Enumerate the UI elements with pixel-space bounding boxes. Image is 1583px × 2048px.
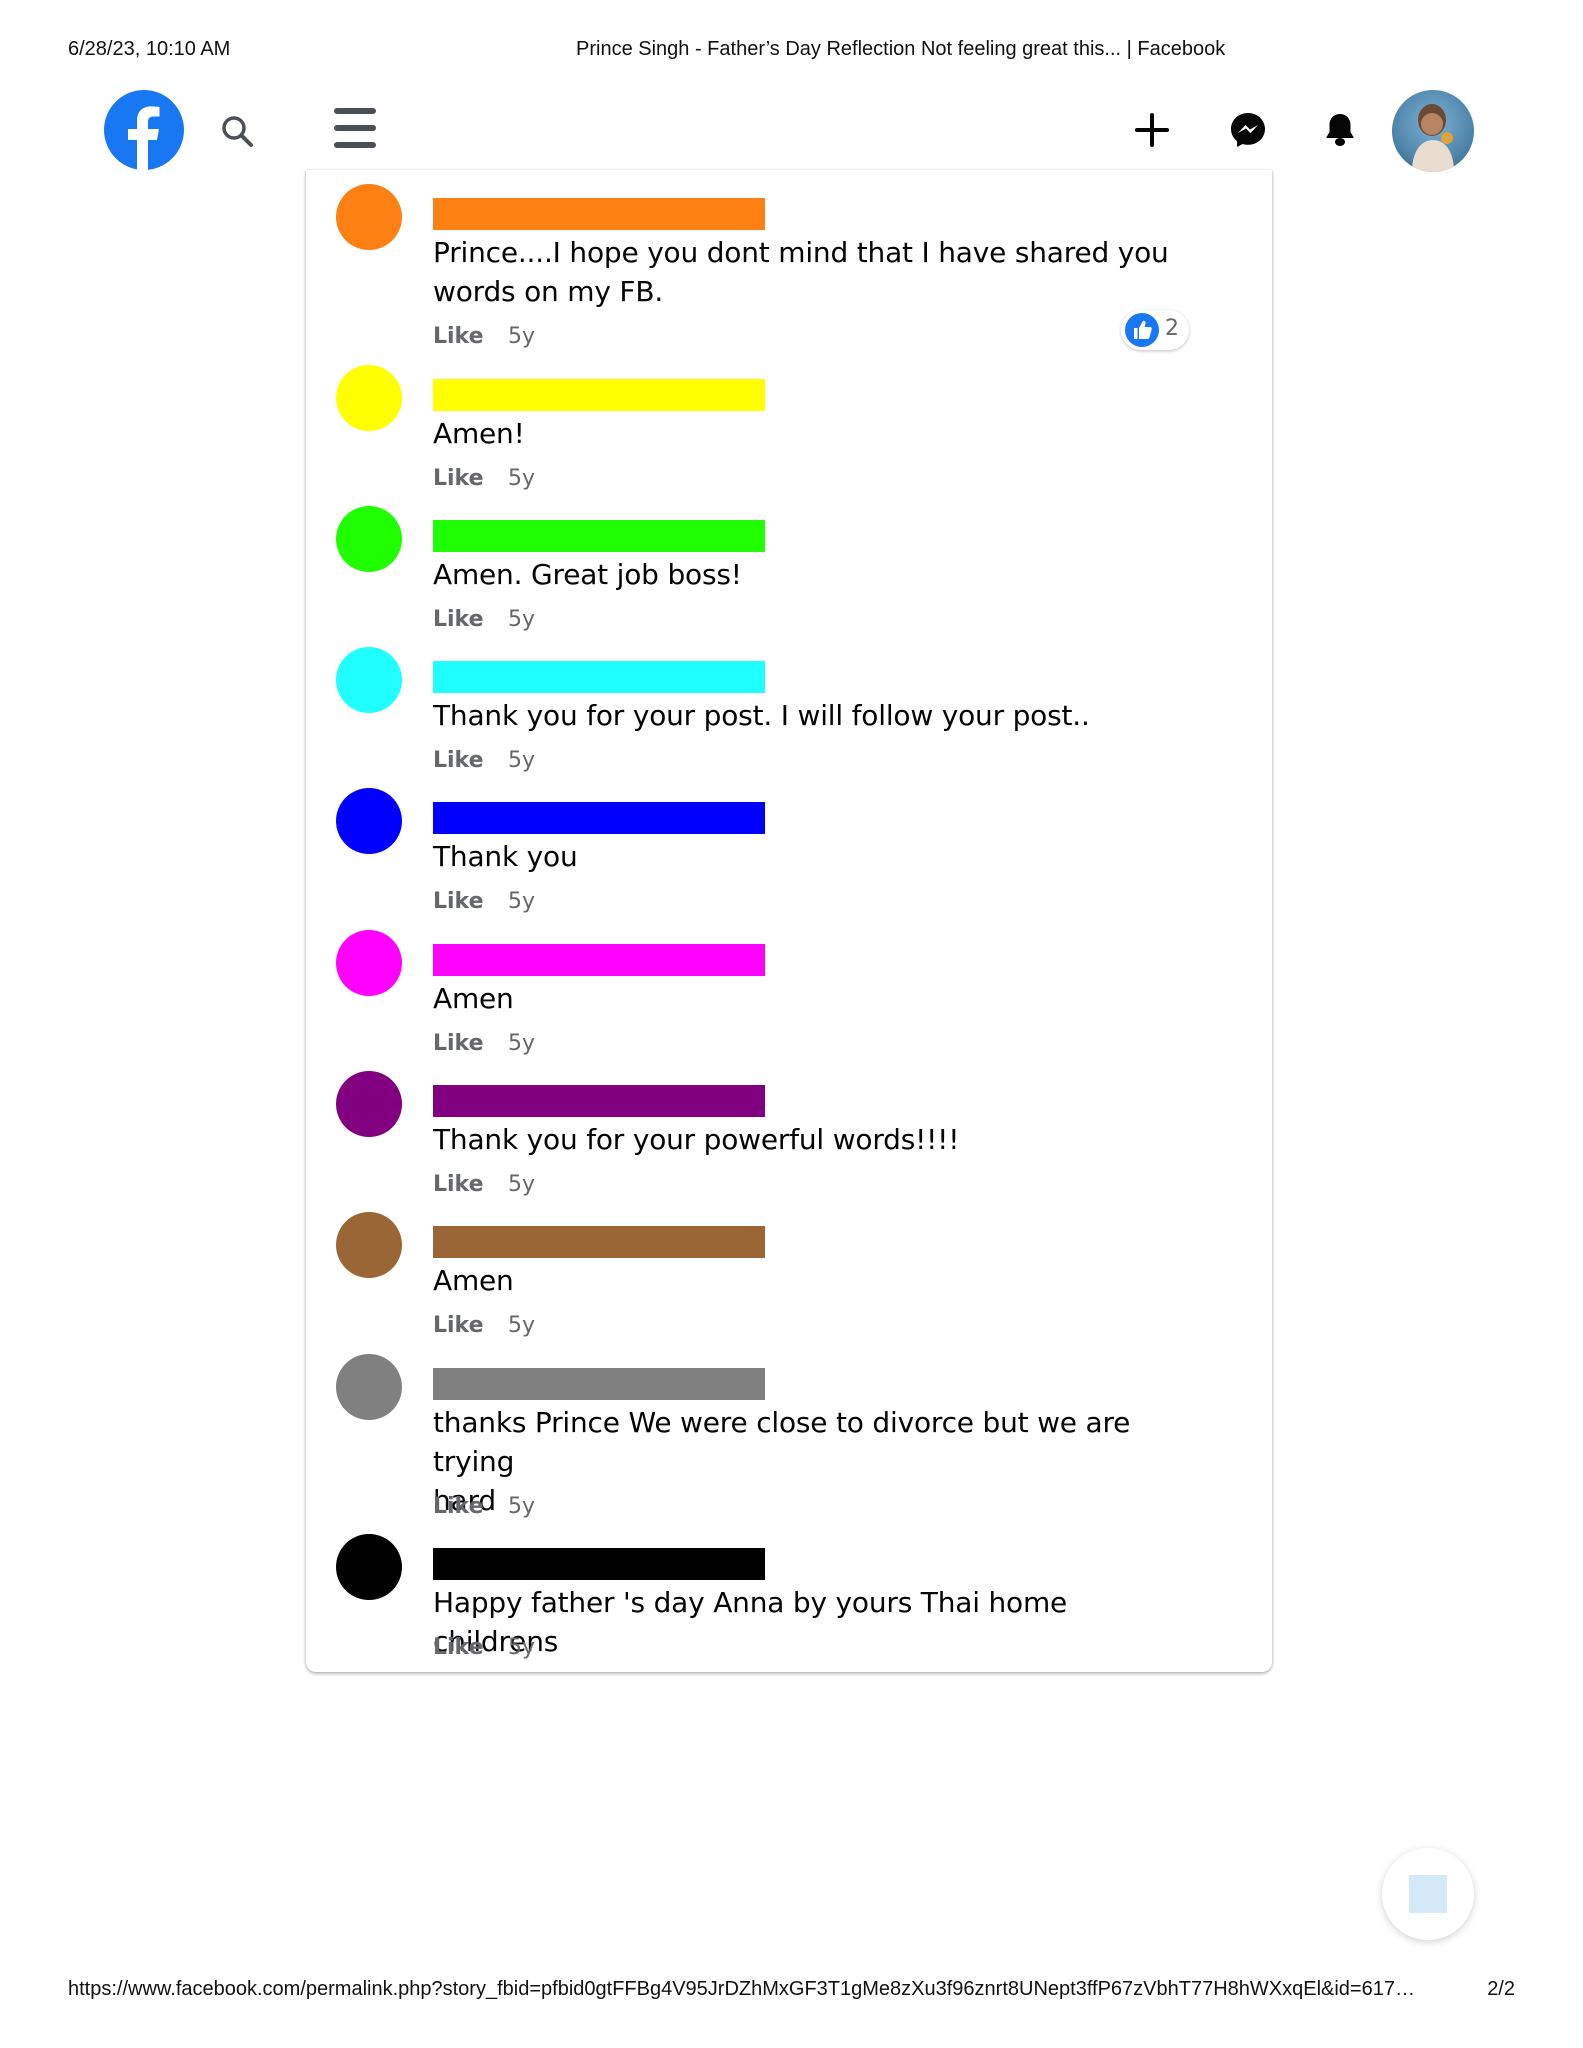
comment-timestamp[interactable]: 5y: [508, 324, 535, 349]
print-page-title: Prince Singh - Father’s Day Reflection N…: [576, 38, 1226, 60]
commenter-avatar[interactable]: [336, 1071, 402, 1137]
reaction-count: 2: [1165, 316, 1179, 341]
commenter-avatar[interactable]: [336, 788, 402, 854]
comment-text: Amen: [433, 1264, 514, 1297]
comment-text: thanks Prince We were close to divorce b…: [433, 1406, 1131, 1517]
commenter-avatar[interactable]: [336, 1354, 402, 1420]
like-button[interactable]: Like: [433, 1494, 484, 1519]
print-footer: https://www.facebook.com/permalink.php?s…: [68, 1978, 1515, 2002]
like-button[interactable]: Like: [433, 324, 484, 349]
print-header: 6/28/23, 10:10 AM Prince Singh - Father’…: [68, 38, 1515, 62]
like-button[interactable]: Like: [433, 1313, 484, 1338]
comment-timestamp[interactable]: 5y: [508, 1031, 535, 1056]
redacted-commenter-name[interactable]: [433, 1368, 765, 1400]
top-navigation-bar: [0, 80, 1583, 180]
commenter-avatar[interactable]: [336, 1534, 402, 1600]
search-icon[interactable]: [218, 112, 258, 152]
commenter-avatar[interactable]: [336, 365, 402, 431]
square-icon: [1409, 1875, 1447, 1913]
comment-timestamp[interactable]: 5y: [508, 1635, 535, 1660]
like-button[interactable]: Like: [433, 1031, 484, 1056]
comment-timestamp[interactable]: 5y: [508, 889, 535, 914]
comment-text: Thank you: [433, 840, 578, 873]
commenter-avatar[interactable]: [336, 184, 402, 250]
commenter-avatar[interactable]: [336, 506, 402, 572]
redacted-commenter-name[interactable]: [433, 520, 765, 552]
profile-avatar[interactable]: [1392, 90, 1474, 172]
comments-panel: Prince....I hope you dont mind that I ha…: [306, 170, 1272, 1672]
redacted-commenter-name[interactable]: [433, 1548, 765, 1580]
messenger-icon[interactable]: [1228, 110, 1268, 150]
comment-text: Happy father 's day Anna by yours Thai h…: [433, 1586, 1068, 1658]
redacted-commenter-name[interactable]: [433, 661, 765, 693]
reaction-count-badge[interactable]: 2: [1121, 310, 1189, 350]
bell-icon[interactable]: [1320, 110, 1360, 150]
floating-action-button[interactable]: [1382, 1848, 1474, 1940]
print-page-number: 2/2: [1487, 1978, 1515, 2000]
redacted-commenter-name[interactable]: [433, 1226, 765, 1258]
comment-text: Thank you for your post. I will follow y…: [433, 699, 1090, 732]
redacted-commenter-name[interactable]: [433, 944, 765, 976]
comment-text: Thank you for your powerful words!!!!: [433, 1123, 960, 1156]
comment-timestamp[interactable]: 5y: [508, 466, 535, 491]
comment-timestamp[interactable]: 5y: [508, 1172, 535, 1197]
redacted-commenter-name[interactable]: [433, 1085, 765, 1117]
like-button[interactable]: Like: [433, 607, 484, 632]
print-url: https://www.facebook.com/permalink.php?s…: [68, 1978, 1415, 2000]
thumbs-up-icon: [1125, 313, 1159, 347]
plus-icon[interactable]: [1132, 110, 1172, 150]
comment-text: Prince....I hope you dont mind that I ha…: [433, 236, 1169, 308]
comment-text: Amen. Great job boss!: [433, 558, 742, 591]
like-button[interactable]: Like: [433, 748, 484, 773]
comment-timestamp[interactable]: 5y: [508, 1313, 535, 1338]
like-button[interactable]: Like: [433, 466, 484, 491]
comment-timestamp[interactable]: 5y: [508, 748, 535, 773]
comment-timestamp[interactable]: 5y: [508, 607, 535, 632]
commenter-avatar[interactable]: [336, 1212, 402, 1278]
comment-text: Amen: [433, 982, 514, 1015]
print-datetime: 6/28/23, 10:10 AM: [68, 38, 231, 60]
comment-text: Amen!: [433, 417, 525, 450]
like-button[interactable]: Like: [433, 1172, 484, 1197]
like-button[interactable]: Like: [433, 1635, 484, 1660]
redacted-commenter-name[interactable]: [433, 379, 765, 411]
redacted-commenter-name[interactable]: [433, 802, 765, 834]
comment-timestamp[interactable]: 5y: [508, 1494, 535, 1519]
commenter-avatar[interactable]: [336, 930, 402, 996]
like-button[interactable]: Like: [433, 889, 484, 914]
redacted-commenter-name[interactable]: [433, 198, 765, 230]
commenter-avatar[interactable]: [336, 647, 402, 713]
facebook-logo-icon[interactable]: [104, 90, 184, 170]
hamburger-menu-icon[interactable]: [332, 104, 380, 154]
